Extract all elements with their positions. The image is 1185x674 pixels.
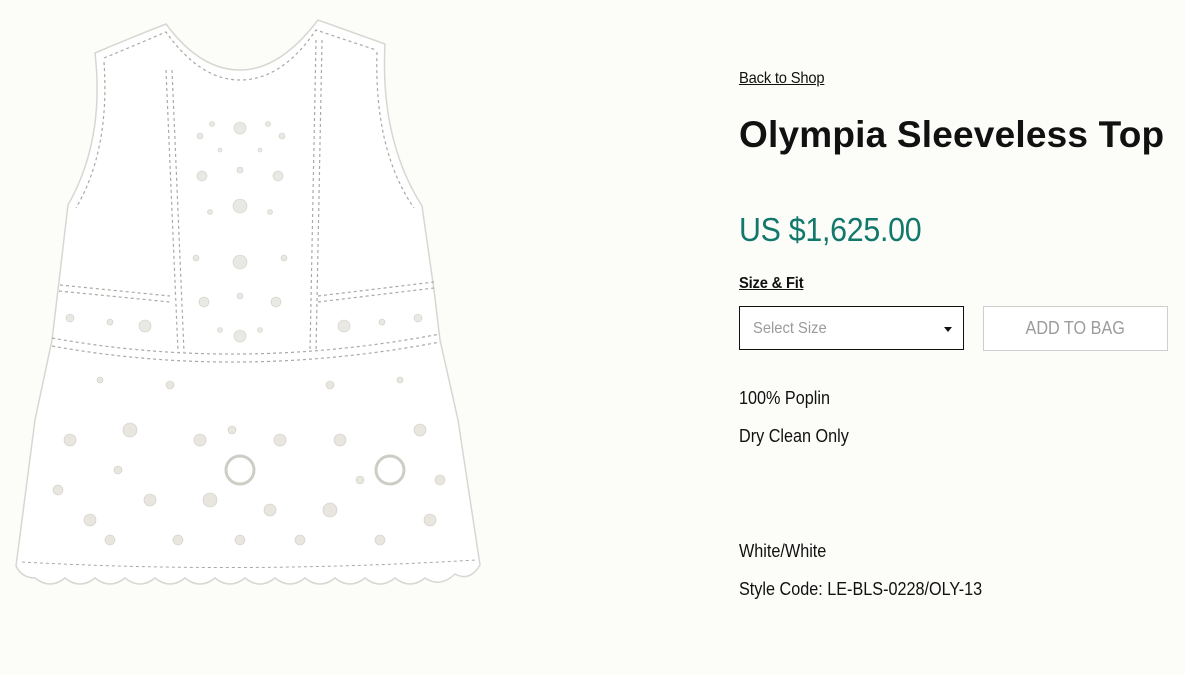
size-fit-link[interactable]: Size & Fit: [739, 275, 804, 293]
top-illustration: [15, 19, 481, 585]
product-image: [0, 0, 500, 620]
back-to-shop-link[interactable]: Back to Shop: [739, 70, 825, 88]
care-text: Dry Clean Only: [739, 426, 849, 446]
size-select[interactable]: Select Size: [739, 306, 964, 350]
style-code-text: Style Code: LE-BLS-0228/OLY-13: [739, 579, 983, 599]
add-to-bag-label: ADD TO BAG: [1025, 318, 1126, 338]
add-to-bag-button[interactable]: ADD TO BAG: [983, 306, 1168, 351]
chevron-down-icon: [944, 327, 952, 332]
size-select-placeholder: Select Size: [753, 320, 827, 337]
product-price: US $1,625.00: [739, 211, 922, 248]
color-text: White/White: [739, 541, 827, 561]
material-text: 100% Poplin: [739, 388, 830, 408]
product-title: Olympia Sleeveless Top: [739, 114, 1165, 155]
